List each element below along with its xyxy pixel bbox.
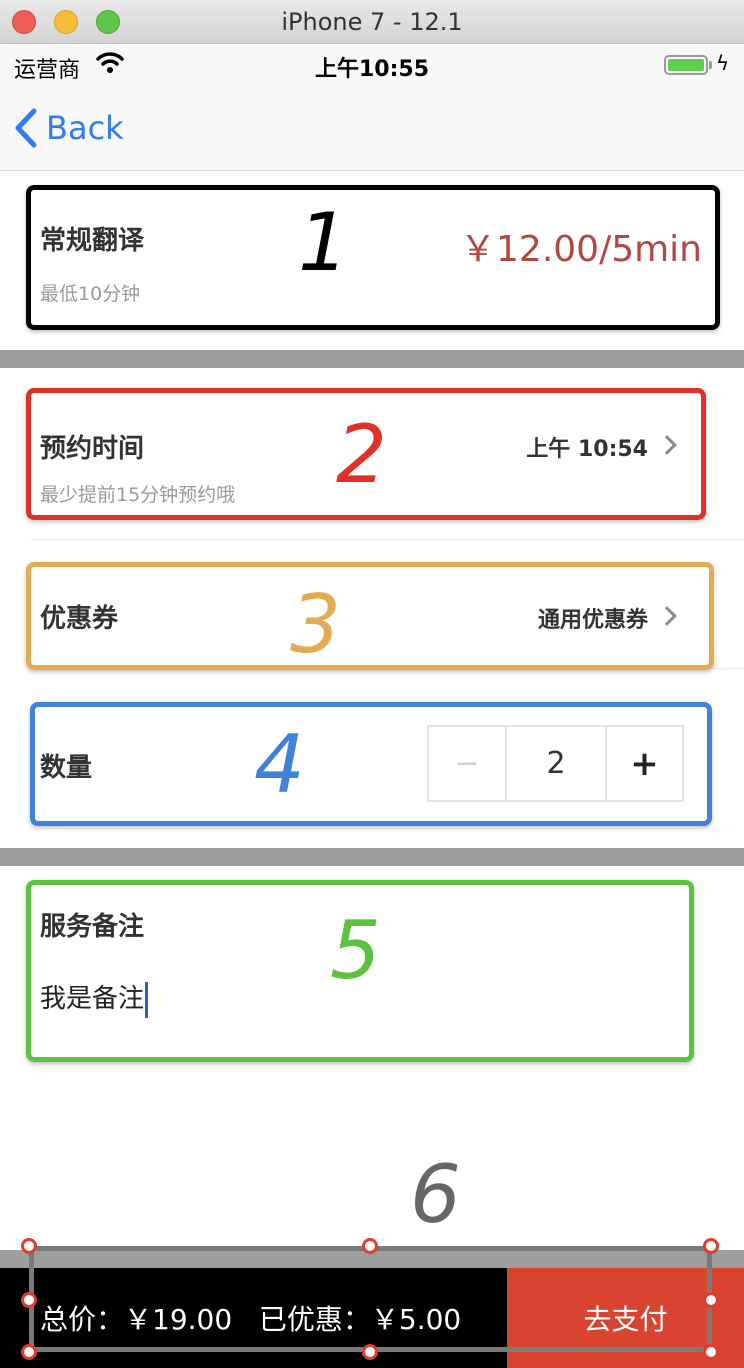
quantity-stepper: − 2 +: [427, 725, 684, 802]
battery-icon: [664, 55, 708, 75]
window-title: iPhone 7 - 12.1: [281, 8, 463, 36]
pay-button[interactable]: 去支付: [507, 1268, 744, 1368]
quantity-title: 数量: [40, 753, 93, 783]
status-time: 上午10:55: [314, 57, 430, 82]
service-subtitle: 最低10分钟: [40, 283, 141, 305]
appointment-title: 预约时间: [40, 434, 145, 464]
service-price: ￥12.00/5min: [460, 229, 702, 270]
service-title: 常规翻译: [40, 226, 145, 256]
remark-text: 我是备注: [40, 984, 145, 1014]
battery-tip: [709, 61, 712, 69]
remark-title: 服务备注: [40, 912, 145, 942]
text-caret: [145, 981, 149, 1018]
status-bar: 运营商 上午10:55 ϟ: [0, 45, 744, 85]
checkout-bar: 总价：￥19.00 已优惠：￥5.00 去支付: [0, 1268, 744, 1368]
row-separator: [30, 539, 744, 540]
coupon-value[interactable]: 通用优惠券: [538, 602, 648, 634]
appointment-subtitle: 最少提前15分钟预约哦: [40, 484, 236, 506]
total-price: 总价：￥19.00: [40, 1303, 233, 1336]
back-label: Back: [46, 109, 124, 147]
appointment-time-value[interactable]: 上午 10:54: [526, 431, 648, 463]
remark-input[interactable]: 我是备注: [40, 978, 149, 1018]
quantity-value: 2: [507, 727, 607, 800]
discount-amount: 已优惠：￥5.00: [258, 1303, 462, 1336]
decrease-quantity-button[interactable]: −: [429, 727, 507, 800]
back-button[interactable]: Back: [14, 105, 124, 151]
coupon-title: 优惠券: [40, 604, 119, 634]
section-divider: [0, 350, 744, 368]
row-separator: [30, 668, 744, 669]
section-divider: [0, 848, 744, 866]
checkout-summary: 总价：￥19.00 已优惠：￥5.00: [40, 1298, 461, 1338]
bottom-divider: [0, 1250, 744, 1268]
chevron-left-icon: [15, 108, 37, 148]
window-titlebar: iPhone 7 - 12.1: [0, 0, 744, 44]
charging-icon: ϟ: [716, 51, 730, 75]
navigation-bar: Back: [0, 85, 744, 171]
increase-quantity-button[interactable]: +: [607, 727, 682, 800]
